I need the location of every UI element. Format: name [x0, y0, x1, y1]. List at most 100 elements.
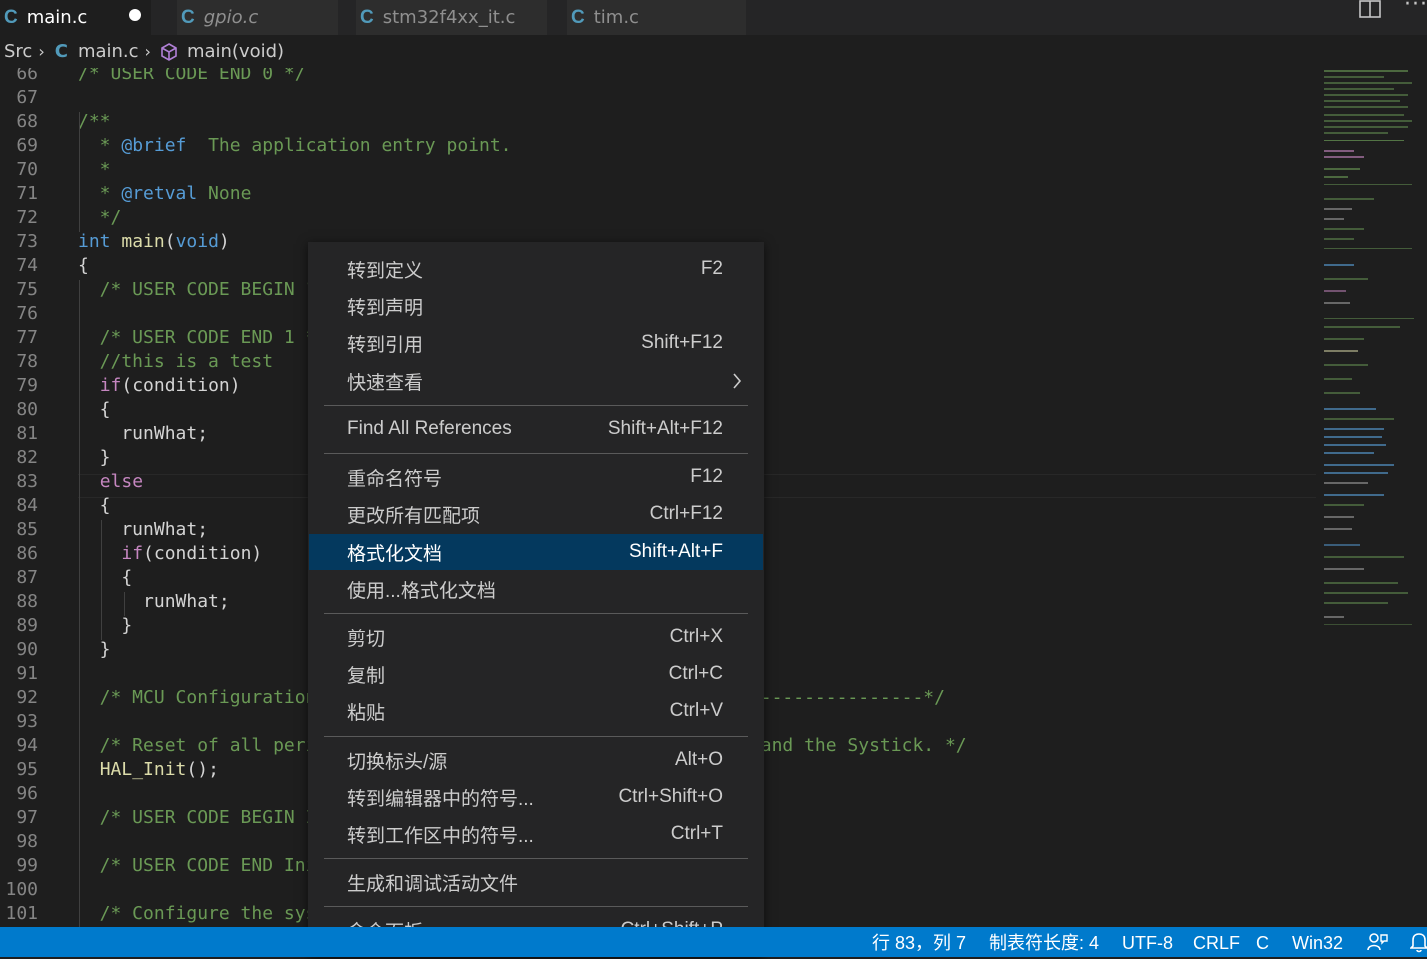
code-line[interactable]: if(condition): [78, 374, 241, 398]
breadcrumb-symbol[interactable]: main(void): [187, 41, 284, 62]
menu-item[interactable]: 剪切 Ctrl+X: [309, 619, 763, 655]
menu-item[interactable]: 复制 Ctrl+C: [309, 656, 763, 692]
line-number: 79: [16, 375, 38, 396]
code-line[interactable]: *: [78, 158, 111, 182]
code-line[interactable]: {: [78, 566, 132, 590]
chevron-right-icon: ›: [38, 42, 45, 61]
split-editor-icon[interactable]: [1359, 0, 1381, 18]
code-text: runWhat;: [78, 519, 209, 540]
line-number: 97: [16, 807, 38, 828]
status-tab-size[interactable]: 制表符长度: 4: [989, 927, 1099, 957]
line-number: 95: [16, 759, 38, 780]
menu-item[interactable]: 更改所有匹配项 Ctrl+F12: [309, 496, 763, 532]
tab-main-c[interactable]: C main.c: [0, 0, 152, 35]
code-line[interactable]: runWhat;: [78, 518, 208, 542]
indent-guide: [124, 592, 125, 616]
code-line[interactable]: }: [78, 446, 111, 470]
tab-tim-c[interactable]: C tim.c: [567, 0, 747, 35]
code-comment: *: [78, 159, 111, 180]
code-comment: //this is a test: [78, 351, 274, 372]
code-line[interactable]: {: [78, 398, 111, 422]
code-text: runWhat;: [78, 423, 209, 444]
function-cube-icon: [159, 42, 179, 62]
code-text: {: [78, 255, 89, 276]
tab-label: tim.c: [593, 7, 639, 28]
code-line[interactable]: }: [78, 614, 132, 638]
code-text: }: [78, 639, 111, 660]
status-eol[interactable]: CRLF: [1193, 927, 1240, 957]
status-language[interactable]: C: [1256, 927, 1269, 957]
minimap[interactable]: [1316, 68, 1427, 927]
menu-item-label: 切换标头/源: [347, 751, 448, 773]
menu-item-shortcut: Ctrl+V: [669, 700, 723, 721]
code-text: {: [78, 399, 111, 420]
code-line[interactable]: /* USER CODE END 0 */: [78, 68, 306, 86]
menu-item[interactable]: Find All References Shift+Alt+F12: [309, 411, 763, 447]
code-text: else: [99, 471, 144, 492]
menu-item[interactable]: 粘贴 Ctrl+V: [309, 693, 763, 729]
breadcrumb: Src › C main.c › main(void): [0, 35, 1427, 68]
context-menu: 转到定义 F2 转到声明 转到引用 Shift+F12 快速查看 Find All Refe…: [308, 242, 764, 957]
line-number: 68: [16, 111, 38, 132]
menu-item[interactable]: 切换标头/源 Alt+O: [309, 742, 763, 778]
tab-gpio-c[interactable]: C gpio.c: [177, 0, 339, 35]
tab-label: gpio.c: [203, 7, 259, 28]
line-number: 76: [16, 303, 38, 324]
menu-item[interactable]: 重命名符号 F12: [309, 459, 763, 495]
tab-stm32f4xx-it-c[interactable]: C stm32f4xx_it.c: [356, 0, 548, 35]
code-line[interactable]: {: [78, 494, 111, 518]
line-number: 87: [16, 567, 38, 588]
menu-item[interactable]: 使用...格式化文档: [309, 571, 763, 607]
menu-item-label: 更改所有匹配项: [347, 505, 481, 527]
menu-item-shortcut: F2: [700, 258, 723, 279]
more-actions-icon[interactable]: ···: [1404, 0, 1427, 17]
code-line[interactable]: HAL_Init();: [78, 758, 219, 782]
unsaved-dot-icon[interactable]: [129, 9, 141, 21]
line-number: 73: [16, 231, 38, 252]
code-line[interactable]: }: [78, 638, 111, 662]
status-config[interactable]: Win32: [1292, 927, 1343, 957]
line-number: 90: [16, 639, 38, 660]
code-line[interactable]: int main(void): [78, 230, 230, 254]
code-line[interactable]: * @brief The application entry point.: [78, 134, 512, 158]
line-number: 70: [16, 159, 38, 180]
code-line[interactable]: */: [78, 206, 122, 230]
menu-item[interactable]: 快速查看: [309, 363, 763, 399]
code-comment: * @brief The application entry point.: [78, 135, 512, 156]
line-number-gutter: 66 67 68 69 70 71 72 73 74 75 76 77 78 79 80 81 82 83 84 85…: [0, 68, 46, 927]
code-line[interactable]: /* USER CODE END 1 */: [78, 326, 328, 350]
status-encoding[interactable]: UTF-8: [1122, 927, 1173, 957]
menu-item[interactable]: 转到定义 F2: [309, 251, 763, 287]
line-number: 77: [16, 327, 38, 348]
menu-item-shortcut: Ctrl+F12: [649, 503, 723, 524]
code-line[interactable]: else: [78, 470, 143, 494]
code-line[interactable]: runWhat;: [78, 422, 208, 446]
feedback-icon[interactable]: [1367, 931, 1389, 953]
menu-item[interactable]: 生成和调试活动文件: [309, 864, 763, 900]
menu-item-shortcut: Ctrl+C: [668, 663, 723, 684]
menu-item[interactable]: 转到编辑器中的符号... Ctrl+Shift+O: [309, 779, 763, 815]
code-line[interactable]: //this is a test: [78, 350, 273, 374]
breadcrumb-folder[interactable]: Src: [4, 41, 32, 62]
line-number: 92: [16, 687, 38, 708]
code-line[interactable]: /**: [78, 110, 111, 134]
menu-item-label: 剪切: [347, 628, 386, 650]
menu-item[interactable]: 转到工作区中的符号... Ctrl+T: [309, 816, 763, 852]
status-cursor-position[interactable]: 行 83，列 7: [872, 927, 966, 957]
menu-item-label: 粘贴: [347, 702, 386, 724]
line-number: 66: [16, 68, 38, 84]
code-line[interactable]: {: [78, 254, 89, 278]
menu-item-shortcut: Ctrl+T: [670, 823, 723, 844]
code-line[interactable]: * @retval None: [78, 182, 252, 206]
line-number: 80: [16, 399, 38, 420]
menu-item[interactable]: 格式化文档 Shift+Alt+F: [309, 534, 763, 570]
menu-item-label: 生成和调试活动文件: [347, 873, 519, 895]
code-line[interactable]: if(condition): [78, 542, 262, 566]
line-number: 78: [16, 351, 38, 372]
breadcrumb-file[interactable]: main.c: [78, 41, 139, 62]
menu-item[interactable]: 转到引用 Shift+F12: [309, 325, 763, 361]
chevron-right-icon: [733, 373, 742, 389]
menu-item[interactable]: 转到声明: [309, 288, 763, 324]
line-number: 98: [16, 831, 38, 852]
bell-icon[interactable]: [1410, 931, 1427, 953]
